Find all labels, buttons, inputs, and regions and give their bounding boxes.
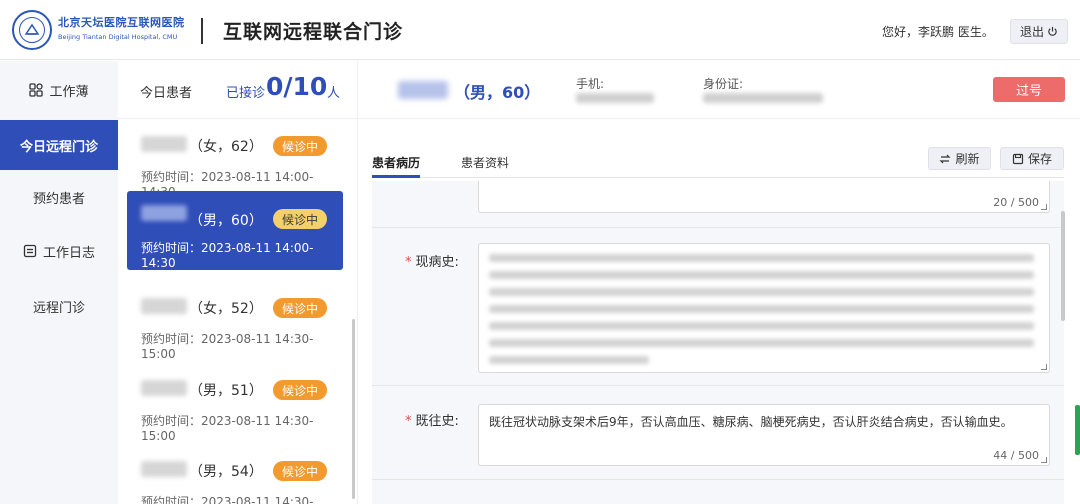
patient-info: （女，52） <box>189 301 263 317</box>
past-history-text: 既往史: <box>415 414 459 429</box>
patient-info: （男，60） <box>189 213 263 229</box>
sidebar-item-label: 预约患者 <box>32 191 85 207</box>
id-card-label: 身份证: <box>703 77 744 91</box>
patient-info: （男，51） <box>189 383 263 399</box>
seen-unit: 人 <box>327 86 341 101</box>
sidebar-item-label: 工作日志 <box>42 245 95 261</box>
today-patients-label: 今日患者 <box>140 86 193 101</box>
past-history-textarea[interactable]: 既往冠状动脉支架术后9年，否认高血压、糖尿病、脑梗死病史，否认肝炎结合病史，否认… <box>478 404 1050 466</box>
sidebar: 工作薄 今日远程门诊 预约患者 工作日志 远程门诊 <box>0 61 118 504</box>
sidebar-item-appointments[interactable]: 预约患者 <box>0 172 118 222</box>
present-illness-textarea[interactable] <box>478 243 1050 373</box>
refresh-icon <box>940 154 951 163</box>
resize-handle[interactable] <box>1041 204 1047 210</box>
tab-medical-record[interactable]: 患者病历 <box>372 154 420 171</box>
sidebar-item-today-remote[interactable]: 今日远程门诊 <box>0 120 118 170</box>
blurred-text <box>489 271 1034 279</box>
status-badge: 候诊中 <box>273 209 327 229</box>
blurred-name <box>141 136 187 152</box>
patient-list-header: 今日患者 已接诊 0/10 人 <box>118 61 357 119</box>
patient-info: （男，54） <box>189 464 263 480</box>
pass-number-button[interactable]: 过号 <box>993 77 1065 102</box>
tab-underline <box>372 175 420 178</box>
hospital-logo-icon <box>12 10 52 50</box>
main-panel: （男，60） 手机: 身份证: 过号 患者病历 患者资料 刷新 保存 20 / … <box>358 61 1080 504</box>
resize-handle[interactable] <box>1041 457 1047 463</box>
patient-card[interactable]: （男，51） 候诊中 预约时间：2023-08-11 14:30-15:00 <box>127 366 343 445</box>
char-counter: 44 / 500 <box>993 449 1039 462</box>
logout-button[interactable]: 退出 <box>1010 19 1068 44</box>
blurred-text <box>489 305 1034 313</box>
refresh-button[interactable]: 刷新 <box>928 147 991 170</box>
save-button[interactable]: 保存 <box>1000 147 1064 170</box>
blurred-phone <box>576 93 654 103</box>
grid-icon <box>29 83 44 97</box>
resize-handle[interactable] <box>1041 364 1047 370</box>
save-icon <box>1012 153 1024 164</box>
past-history-value: 既往冠状动脉支架术后9年，否认高血压、糖尿病、脑梗死病史，否认肝炎结合病史，否认… <box>489 415 1013 429</box>
user-greeting: 您好，李跃鹏 医生。 <box>882 25 994 39</box>
blurred-text <box>489 254 1034 262</box>
tab-patient-info[interactable]: 患者资料 <box>461 154 509 171</box>
status-badge: 候诊中 <box>273 136 327 156</box>
sidebar-item-work-log[interactable]: 工作日志 <box>0 226 118 276</box>
header-divider <box>201 18 203 44</box>
blurred-text <box>489 288 1034 296</box>
sidebar-item-label: 工作薄 <box>49 84 89 100</box>
sidebar-item-remote-clinic[interactable]: 远程门诊 <box>0 281 118 331</box>
patient-card[interactable]: （女，62） 候诊中 预约时间：2023-08-11 14:00-14:30 <box>127 122 343 201</box>
form-divider <box>372 479 1064 480</box>
patient-list: 今日患者 已接诊 0/10 人 （女，62） 候诊中 预约时间：2023-08-… <box>118 61 358 504</box>
blurred-name <box>141 205 187 221</box>
blurred-id-card <box>703 93 823 103</box>
blurred-name <box>141 461 187 477</box>
blurred-text <box>489 339 1034 347</box>
refresh-label: 刷新 <box>955 152 980 166</box>
app-title: 互联网远程联合门诊 <box>223 21 404 43</box>
form-divider <box>372 227 1064 228</box>
main-scrollbar[interactable] <box>1061 211 1065 321</box>
app-header: 北京天坛医院互联网医院 Beijing Tiantan Digital Hosp… <box>0 0 1080 60</box>
seen-count: 0/10 <box>266 72 328 101</box>
seen-label: 已接诊 <box>226 86 266 101</box>
current-patient-info: （男，60） <box>454 83 541 102</box>
blurred-text <box>489 322 1034 330</box>
status-badge: 候诊中 <box>273 461 327 481</box>
patient-list-scrollbar[interactable] <box>352 319 355 499</box>
medical-record-form: 20 / 500 * 现病史: * 既往史: 既往冠状动脉支架术后9年，否认高血压、… <box>372 181 1064 504</box>
appointment-time: 预约时间：2023-08-11 14:30-15:00 <box>141 332 314 361</box>
appointment-time: 预约时间：2023-08-11 14:00-14:30 <box>141 241 314 270</box>
sidebar-item-label: 今日远程门诊 <box>19 139 98 155</box>
blurred-name <box>141 380 187 396</box>
blurred-text <box>489 356 649 364</box>
blurred-name <box>141 298 187 314</box>
patient-card[interactable]: （女，52） 候诊中 预约时间：2023-08-11 14:30-15:00 <box>127 284 343 363</box>
power-icon <box>1048 26 1057 36</box>
present-illness-label: * 现病史: <box>405 255 459 270</box>
logout-label: 退出 <box>1019 25 1044 39</box>
status-badge: 候诊中 <box>273 380 327 400</box>
sidebar-item-workbook[interactable]: 工作薄 <box>0 65 118 115</box>
status-badge: 候诊中 <box>273 298 327 318</box>
current-patient-header: （男，60） 手机: 身份证: 过号 <box>358 61 1080 119</box>
appointment-time: 预约时间：2023-08-11 14:30-15:00 <box>141 495 314 504</box>
char-counter: 20 / 500 <box>993 196 1039 209</box>
patient-card-selected[interactable]: （男，60） 候诊中 预约时间：2023-08-11 14:00-14:30 <box>127 191 343 270</box>
form-divider <box>372 385 1064 386</box>
sidebar-item-label: 远程门诊 <box>32 300 85 316</box>
phone-label: 手机: <box>576 77 605 91</box>
blurred-patient-name <box>398 81 448 99</box>
past-history-label: * 既往史: <box>405 414 459 429</box>
previous-field-textarea[interactable]: 20 / 500 <box>478 181 1050 213</box>
logo-cn: 北京天坛医院互联网医院 <box>58 16 185 29</box>
log-icon <box>23 244 37 258</box>
patient-card[interactable]: （男，54） 候诊中 预约时间：2023-08-11 14:30-15:00 <box>127 447 343 504</box>
edge-accent <box>1075 405 1080 455</box>
logo-text: 北京天坛医院互联网医院 Beijing Tiantan Digital Hosp… <box>58 14 185 41</box>
save-label: 保存 <box>1027 152 1052 166</box>
patient-info: （女，62） <box>189 139 263 155</box>
logo-en: Beijing Tiantan Digital Hospital, CMU <box>58 33 178 41</box>
appointment-time: 预约时间：2023-08-11 14:30-15:00 <box>141 414 314 443</box>
present-illness-text: 现病史: <box>415 255 459 270</box>
